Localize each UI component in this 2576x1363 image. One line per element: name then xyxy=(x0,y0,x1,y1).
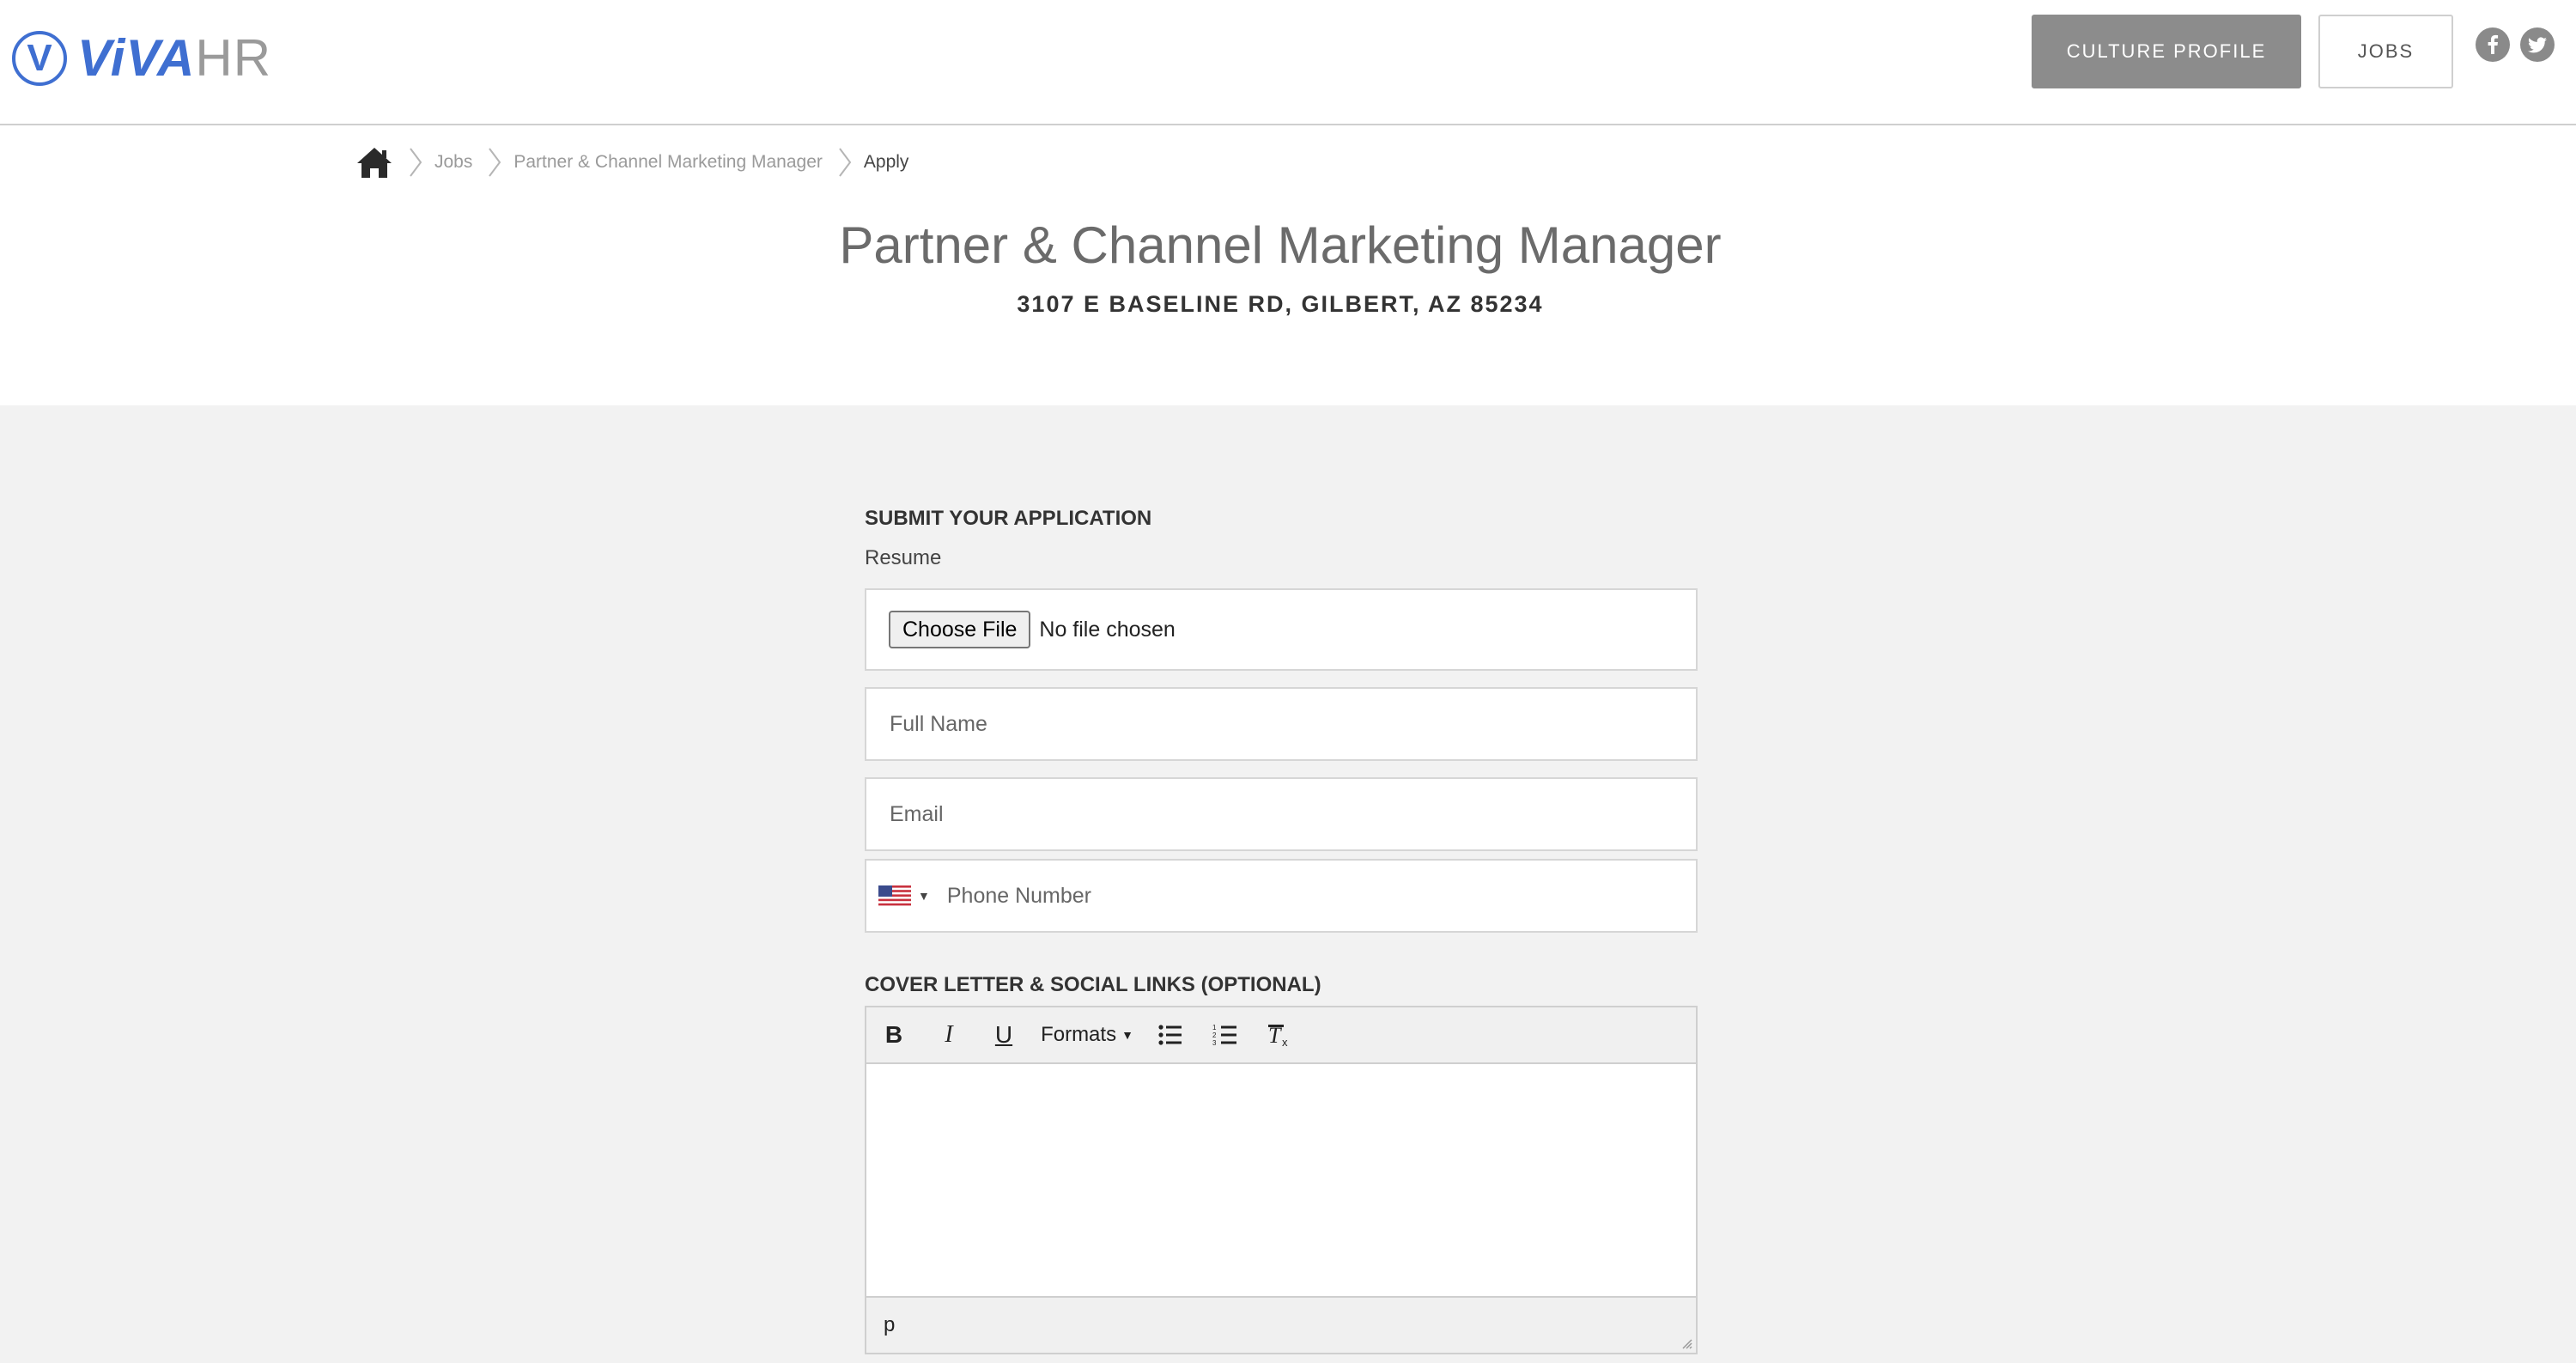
breadcrumb: Jobs Partner & Channel Marketing Manager… xyxy=(355,141,908,184)
full-name-input[interactable]: Full Name xyxy=(865,687,1698,761)
clear-format-icon[interactable]: T x xyxy=(1253,1007,1308,1063)
numbered-list-icon[interactable]: 1 2 3 xyxy=(1198,1007,1253,1063)
cover-letter-editor: B I U Formats ▼ 1 2 3 T x p xyxy=(865,1006,1698,1354)
logo-text-main: ViVA xyxy=(77,29,196,87)
submit-application-heading: SUBMIT YOUR APPLICATION xyxy=(865,507,1152,530)
chevron-right-icon xyxy=(838,147,852,178)
job-title-area: Jobs Partner & Channel Marketing Manager… xyxy=(0,125,2576,405)
file-status: No file chosen xyxy=(1039,617,1176,642)
facebook-icon[interactable] xyxy=(2476,27,2510,62)
phone-input[interactable]: ▼ Phone Number xyxy=(865,859,1698,933)
editor-text-area[interactable] xyxy=(866,1064,1696,1296)
culture-profile-button[interactable]: CULTURE PROFILE xyxy=(2032,15,2301,88)
viva-hr-logo[interactable]: V ViVAHR xyxy=(12,26,271,91)
jobs-button[interactable]: JOBS xyxy=(2318,15,2453,88)
chevron-right-icon xyxy=(409,147,422,178)
logo-text-suffix: HR xyxy=(195,29,272,87)
breadcrumb-item-job[interactable]: Partner & Channel Marketing Manager xyxy=(513,152,823,173)
caret-down-icon: ▼ xyxy=(918,889,930,903)
italic-button[interactable]: I xyxy=(921,1007,976,1063)
svg-text:3: 3 xyxy=(1212,1039,1217,1047)
logo-mark-icon: V xyxy=(12,31,67,86)
element-path: p xyxy=(884,1313,896,1336)
svg-text:x: x xyxy=(1282,1036,1288,1048)
svg-text:2: 2 xyxy=(1212,1031,1217,1039)
job-address: 3107 E BASELINE RD, GILBERT, AZ 85234 xyxy=(1017,291,1544,317)
cover-letter-heading: COVER LETTER & SOCIAL LINKS (OPTIONAL) xyxy=(865,973,1321,996)
resize-handle-icon[interactable] xyxy=(1679,1336,1692,1349)
formats-dropdown[interactable]: Formats ▼ xyxy=(1031,1007,1143,1063)
twitter-icon[interactable] xyxy=(2520,27,2555,62)
email-input[interactable]: Email xyxy=(865,777,1698,851)
site-header: V ViVAHR CULTURE PROFILE JOBS xyxy=(0,0,2576,125)
editor-statusbar: p xyxy=(866,1296,1696,1353)
choose-file-button[interactable]: Choose File xyxy=(889,611,1031,648)
email-placeholder: Email xyxy=(890,801,944,826)
full-name-placeholder: Full Name xyxy=(890,711,987,736)
us-flag-icon xyxy=(878,885,911,906)
formats-label: Formats xyxy=(1041,1023,1117,1046)
resume-label: Resume xyxy=(865,546,942,569)
bullet-list-icon[interactable] xyxy=(1143,1007,1198,1063)
caret-down-icon: ▼ xyxy=(1121,1028,1133,1042)
breadcrumb-item-apply: Apply xyxy=(863,152,909,172)
logo-wordmark: ViVAHR xyxy=(77,33,271,84)
phone-placeholder: Phone Number xyxy=(946,883,1092,908)
page-title: Partner & Channel Marketing Manager xyxy=(839,216,1722,274)
home-icon[interactable] xyxy=(355,145,393,180)
svg-text:1: 1 xyxy=(1212,1024,1217,1031)
resume-upload-field: Choose File No file chosen xyxy=(865,588,1698,671)
bold-button[interactable]: B xyxy=(866,1007,921,1063)
editor-toolbar: B I U Formats ▼ 1 2 3 T x xyxy=(866,1007,1696,1064)
underline-button[interactable]: U xyxy=(976,1007,1031,1063)
breadcrumb-item-jobs[interactable]: Jobs xyxy=(434,152,472,173)
chevron-right-icon xyxy=(488,147,501,178)
country-selector[interactable]: ▼ xyxy=(866,885,930,906)
